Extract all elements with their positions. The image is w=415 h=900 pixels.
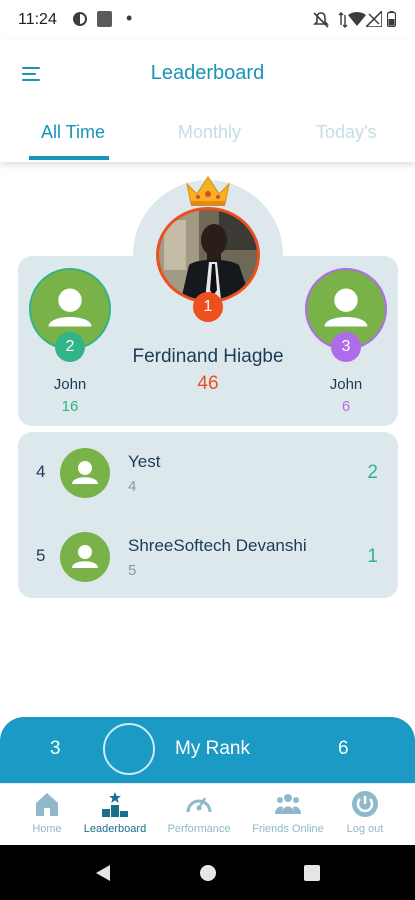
list-item[interactable]: 4 Yest 4 2 — [18, 432, 398, 502]
nav-label: Performance — [167, 823, 231, 835]
signal-icon — [366, 11, 382, 27]
my-rank-bar[interactable]: 3 My Rank 6 — [0, 717, 415, 783]
performance-icon — [186, 797, 212, 813]
first-place-name: Ferdinand Hiagbe — [132, 346, 284, 367]
friends-icon — [275, 794, 301, 814]
data-arrows-icon — [338, 12, 348, 28]
tab-todays[interactable]: Today's — [316, 122, 376, 143]
row-name: Yest — [128, 452, 161, 471]
battery-icon — [387, 11, 396, 27]
row-name: ShreeSoftech Devanshi — [128, 536, 307, 555]
leaderboard-icon — [102, 792, 128, 817]
my-rank-label: My Rank — [175, 738, 250, 759]
bottom-nav: Home Leaderboard Performance Friends Onl… — [0, 783, 415, 845]
row-score: 1 — [367, 546, 378, 567]
nav-friends-online[interactable]: Friends Online — [248, 788, 328, 842]
nav-leaderboard[interactable]: Leaderboard — [80, 788, 150, 842]
rank-badge-third: 3 — [331, 332, 361, 362]
status-time: 11:24 — [18, 11, 57, 28]
nav-log-out[interactable]: Log out — [340, 788, 390, 842]
nav-label: Home — [32, 823, 62, 835]
second-place-score: 16 — [61, 398, 79, 415]
my-avatar — [103, 723, 155, 775]
app-bar: Leaderboard All Time Monthly Today's — [0, 40, 415, 162]
first-place-score: 46 — [197, 373, 219, 394]
my-rank-score: 6 — [338, 738, 349, 759]
nav-label: Leaderboard — [83, 823, 147, 835]
crown-icon — [186, 175, 230, 206]
home-icon — [36, 793, 58, 816]
system-nav-bar — [0, 845, 415, 900]
nav-label: Friends Online — [252, 823, 324, 835]
recents-icon[interactable] — [304, 865, 320, 881]
list-item[interactable]: 5 ShreeSoftech Devanshi 5 1 — [18, 516, 398, 586]
row-score: 2 — [367, 462, 378, 483]
row-rank: 5 — [36, 546, 46, 565]
status-dot: • — [126, 8, 133, 28]
ranking-list: 4 Yest 4 2 5 ShreeSoftech Devanshi 5 1 — [18, 432, 398, 598]
row-subtext: 4 — [128, 478, 137, 495]
power-icon — [352, 791, 378, 817]
mute-icon — [313, 12, 329, 28]
nav-home[interactable]: Home — [22, 788, 72, 842]
my-rank-position: 3 — [50, 738, 61, 759]
row-avatar — [60, 532, 110, 582]
app-square-icon — [97, 11, 112, 27]
first-place-avatar[interactable] — [156, 207, 260, 303]
first-place-photo — [159, 210, 257, 300]
status-bar: 11:24 • — [0, 0, 415, 40]
row-avatar — [60, 448, 110, 498]
wifi-icon — [348, 12, 366, 26]
third-place-score: 6 — [341, 398, 351, 415]
row-rank: 4 — [36, 462, 46, 481]
rank-badge-second: 2 — [55, 332, 85, 362]
tab-all-time[interactable]: All Time — [41, 122, 105, 143]
nav-label: Log out — [346, 823, 384, 835]
tab-monthly[interactable]: Monthly — [178, 122, 241, 143]
third-place-name: John — [329, 376, 363, 393]
second-place-name: John — [53, 376, 87, 393]
home-system-icon[interactable] — [199, 864, 217, 882]
row-subtext: 5 — [128, 562, 137, 579]
user-icon — [72, 545, 98, 568]
nav-performance[interactable]: Performance — [163, 788, 235, 842]
back-icon[interactable] — [94, 864, 112, 882]
page-title: Leaderboard — [150, 62, 265, 84]
app-notification-icon — [73, 12, 87, 26]
user-icon — [72, 461, 98, 484]
rank-badge-first: 1 — [193, 292, 223, 322]
tab-underline — [29, 156, 109, 160]
